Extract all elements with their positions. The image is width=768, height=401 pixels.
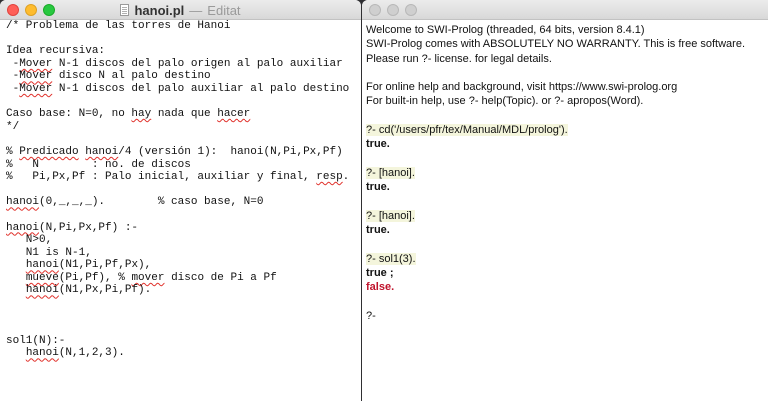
code-line: % Pi,Px,Pf : Palo inicial, auxiliar y fi… — [6, 171, 350, 184]
console-query: ?- cd('/users/pfr/tex/Manual/MDL/prolog'… — [366, 123, 768, 137]
console-text: ?- [hanoi]. — [366, 166, 415, 179]
console-line: false. — [366, 280, 768, 294]
console-text: Please run ?- license. for legal details… — [366, 52, 552, 65]
file-name: hanoi.pl — [134, 2, 185, 18]
code-line: Caso base: N=0, no hay nada que hacer — [6, 108, 251, 121]
console-line: For built-in help, use ?- help(Topic). o… — [366, 94, 768, 108]
code-line: */ — [6, 120, 20, 133]
code-line: hanoi(N1,Px,Pi,Pf). — [25, 284, 152, 297]
document-icon[interactable] — [120, 4, 130, 16]
console-text: ?- [hanoi]. — [366, 209, 415, 222]
code-line: hanoi(N1,Pi,Pf,Px), — [25, 259, 152, 272]
console-line: Please run ?- license. for legal details… — [366, 52, 768, 66]
code-line: hanoi(N,Pi,Px,Pf) :- — [6, 221, 139, 234]
console-query: ?- sol1(3). — [366, 252, 768, 266]
code-line: sol1(N):- — [6, 334, 66, 347]
console-window: Welcome to SWI-Prolog (threaded, 64 bits… — [362, 0, 768, 401]
console-line: SWI-Prolog comes with ABSOLUTELY NO WARR… — [366, 37, 768, 51]
code-line: hanoi(0,_,_,_). % caso base, N=0 — [6, 196, 264, 209]
console-text: true. — [366, 224, 390, 237]
code-editor[interactable]: /* Problema de las torres de Hanoi Idea … — [0, 20, 361, 360]
console-line: true. — [366, 223, 768, 237]
console-text: true ; — [366, 267, 394, 280]
minimize-button[interactable] — [387, 4, 399, 16]
editor-window: hanoi.pl — Editat /* Problema de las tor… — [0, 0, 361, 401]
code-line: N1 is N-1, — [6, 246, 92, 259]
zoom-button[interactable] — [405, 4, 417, 16]
console-text: ?- cd('/users/pfr/tex/Manual/MDL/prolog'… — [366, 124, 568, 137]
code-line: % Predicado hanoi/4 (versión 1): hanoi(N… — [6, 145, 343, 158]
console-query: ?- [hanoi]. — [366, 209, 768, 223]
console-query: ?- [hanoi]. — [366, 166, 768, 180]
code-line: -Mover N-1 discos del palo auxiliar al p… — [6, 82, 350, 95]
console-line: ?- — [366, 309, 768, 323]
console-text: ?- sol1(3). — [366, 252, 416, 265]
console-text: For online help and background, visit ht… — [366, 81, 678, 94]
code-line: % N : no. de discos — [6, 158, 191, 171]
console-text: ?- — [366, 309, 379, 322]
console-line: For online help and background, visit ht… — [366, 80, 768, 94]
console-text: true. — [366, 181, 390, 194]
console-line: true ; — [366, 266, 768, 280]
window-controls — [369, 4, 417, 16]
code-line: N>0, — [6, 234, 53, 247]
edit-status: Editat — [207, 2, 241, 18]
code-line: mueve(Pi,Pf), % mover disco de Pi a Pf — [25, 271, 277, 284]
title-separator: — — [189, 2, 203, 18]
editor-titlebar[interactable]: hanoi.pl — Editat — [0, 0, 361, 20]
console-text: true. — [366, 138, 390, 151]
console-line: true. — [366, 180, 768, 194]
console-line: Welcome to SWI-Prolog (threaded, 64 bits… — [366, 23, 768, 37]
console-titlebar[interactable] — [362, 0, 768, 20]
console-line: true. — [366, 137, 768, 151]
code-line: -Mover disco N al palo destino — [6, 70, 211, 83]
console-text: false. — [366, 281, 395, 294]
prolog-console[interactable]: Welcome to SWI-Prolog (threaded, 64 bits… — [362, 20, 768, 323]
close-button[interactable] — [369, 4, 381, 16]
console-text: SWI-Prolog comes with ABSOLUTELY NO WARR… — [366, 38, 746, 51]
code-line: Idea recursiva: — [6, 45, 106, 58]
code-line: hanoi(N,1,2,3). — [25, 347, 125, 360]
code-line: -Mover N-1 discos del palo origen al pal… — [6, 57, 343, 70]
console-text: Welcome to SWI-Prolog (threaded, 64 bits… — [366, 24, 645, 36]
editor-title: hanoi.pl — Editat — [0, 0, 361, 20]
console-text: For built-in help, use ?- help(Topic). o… — [366, 95, 644, 108]
code-line: /* Problema de las torres de Hanoi — [6, 20, 231, 32]
